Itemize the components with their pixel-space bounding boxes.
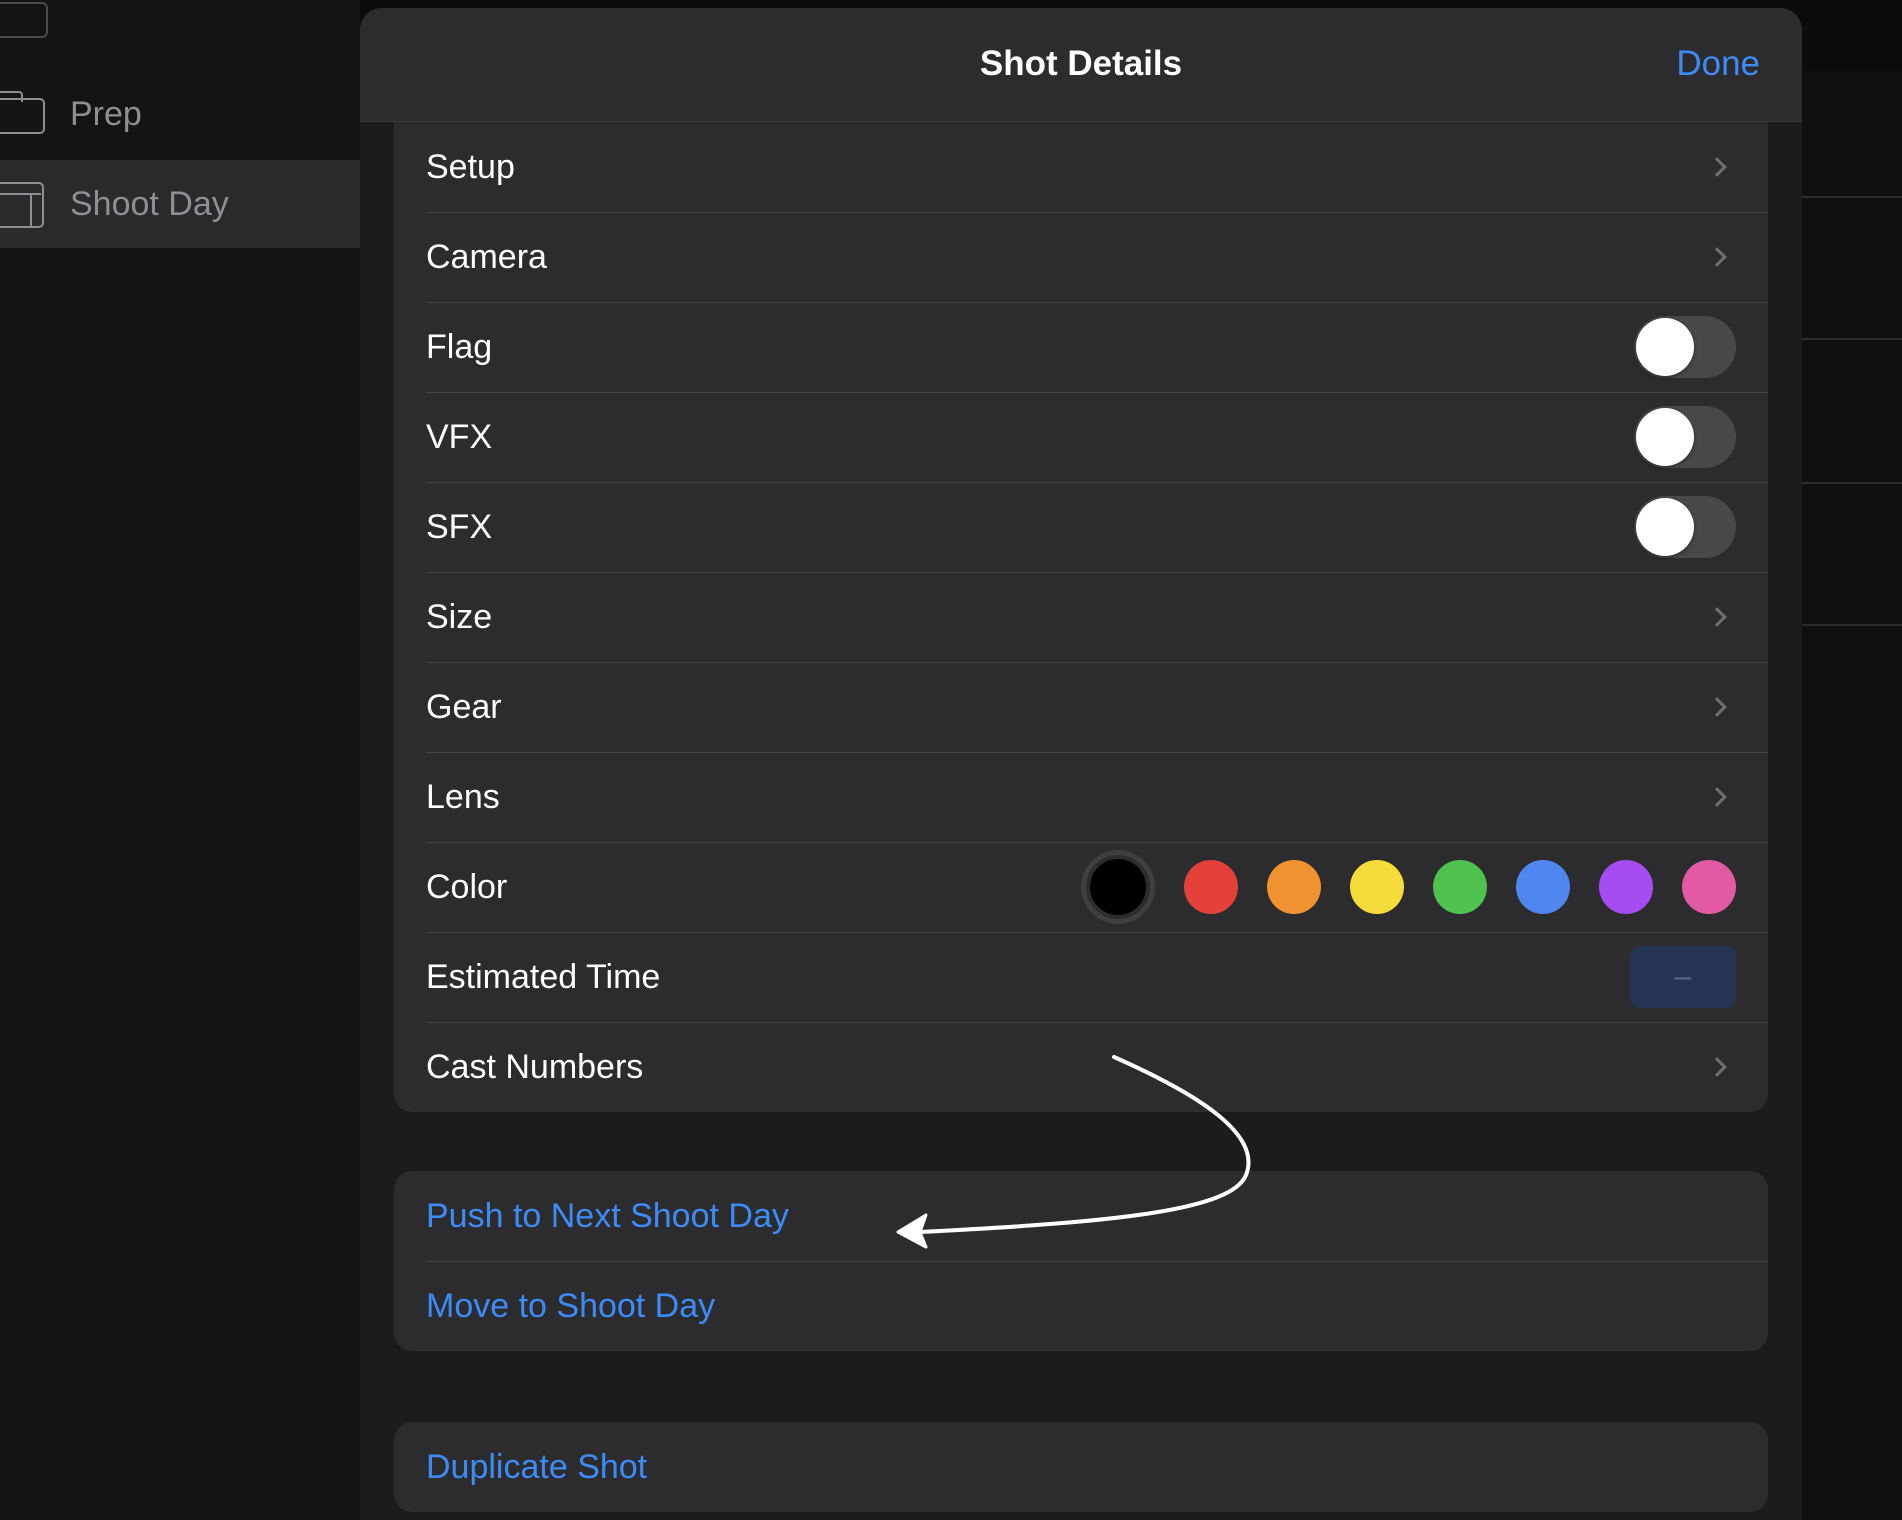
row-label: Camera — [426, 237, 547, 276]
row-label: Flag — [426, 327, 493, 366]
row-label: Lens — [426, 777, 500, 816]
divider — [1800, 338, 1902, 340]
chevron-right-icon — [1707, 607, 1727, 627]
row-label: SFX — [426, 507, 493, 546]
toggle-knob — [1636, 318, 1694, 376]
row-label: Color — [426, 867, 508, 906]
move-to-shoot-day-button[interactable]: Move to Shoot Day — [394, 1261, 1768, 1351]
details-list: Setup Camera Flag VFX SFX Size Gear Lens… — [394, 68, 1768, 1112]
color-picker — [1081, 850, 1736, 924]
move-actions-group: Push to Next Shoot Day Move to Shoot Day — [394, 1171, 1768, 1351]
shot-details-sheet: Setup Camera Flag VFX SFX Size Gear Lens… — [360, 8, 1802, 1520]
color-swatch[interactable] — [1599, 860, 1653, 914]
push-to-next-shoot-day-button[interactable]: Push to Next Shoot Day — [394, 1171, 1768, 1261]
row-label: Cast Numbers — [426, 1047, 644, 1086]
row-flag: Flag — [394, 302, 1768, 392]
color-swatch[interactable] — [1081, 850, 1155, 924]
row-label: Estimated Time — [426, 957, 661, 996]
background-list — [1800, 70, 1902, 1520]
chevron-right-icon — [1707, 697, 1727, 717]
color-swatch[interactable] — [1184, 860, 1238, 914]
sidebar-item-label: Shoot Day — [70, 184, 229, 223]
sidebar-toggle-icon[interactable] — [0, 2, 48, 38]
folder-icon — [0, 70, 70, 158]
sidebar: Prep Shoot Day — [0, 0, 360, 1520]
row-cast-numbers[interactable]: Cast Numbers — [394, 1022, 1768, 1112]
sidebar-item-shoot-day[interactable]: Shoot Day — [0, 160, 360, 248]
row-vfx: VFX — [394, 392, 1768, 482]
color-swatch[interactable] — [1682, 860, 1736, 914]
vfx-toggle[interactable] — [1634, 406, 1736, 468]
color-swatch[interactable] — [1516, 860, 1570, 914]
row-label: VFX — [426, 417, 493, 456]
row-estimated-time: Estimated Time – — [394, 932, 1768, 1022]
row-label: Setup — [426, 147, 515, 186]
row-camera[interactable]: Camera — [394, 212, 1768, 302]
divider — [1800, 482, 1902, 484]
divider — [1800, 624, 1902, 626]
action-label: Move to Shoot Day — [426, 1286, 716, 1325]
sfx-toggle[interactable] — [1634, 496, 1736, 558]
toggle-knob — [1636, 408, 1694, 466]
toggle-knob — [1636, 498, 1694, 556]
action-label: Duplicate Shot — [426, 1447, 648, 1486]
row-sfx: SFX — [394, 482, 1768, 572]
row-color: Color — [394, 842, 1768, 932]
film-icon — [0, 160, 70, 248]
chevron-right-icon — [1707, 247, 1727, 267]
page-title: Shot Details — [979, 44, 1183, 83]
color-swatch[interactable] — [1350, 860, 1404, 914]
chevron-right-icon — [1707, 787, 1727, 807]
duplicate-shot-button[interactable]: Duplicate Shot — [394, 1422, 1768, 1512]
row-setup[interactable]: Setup — [394, 122, 1768, 212]
chevron-right-icon — [1707, 157, 1727, 177]
done-button[interactable]: Done — [1676, 44, 1760, 84]
sheet-header: Shot Details Done — [360, 8, 1802, 122]
action-label: Push to Next Shoot Day — [426, 1196, 789, 1235]
row-lens[interactable]: Lens — [394, 752, 1768, 842]
color-swatch[interactable] — [1433, 860, 1487, 914]
divider — [1800, 196, 1902, 198]
flag-toggle[interactable] — [1634, 316, 1736, 378]
row-size[interactable]: Size — [394, 572, 1768, 662]
sidebar-item-prep[interactable]: Prep — [0, 70, 360, 158]
app-window: Prep Shoot Day Setup Camera Flag VFX SFX… — [0, 0, 1902, 1520]
duplicate-group: Duplicate Shot — [394, 1422, 1768, 1512]
color-swatch[interactable] — [1267, 860, 1321, 914]
estimated-time-button[interactable]: – — [1630, 946, 1736, 1008]
row-label: Gear — [426, 687, 502, 726]
chevron-right-icon — [1707, 1057, 1727, 1077]
sidebar-item-label: Prep — [70, 94, 142, 133]
row-label: Size — [426, 597, 493, 636]
row-gear[interactable]: Gear — [394, 662, 1768, 752]
